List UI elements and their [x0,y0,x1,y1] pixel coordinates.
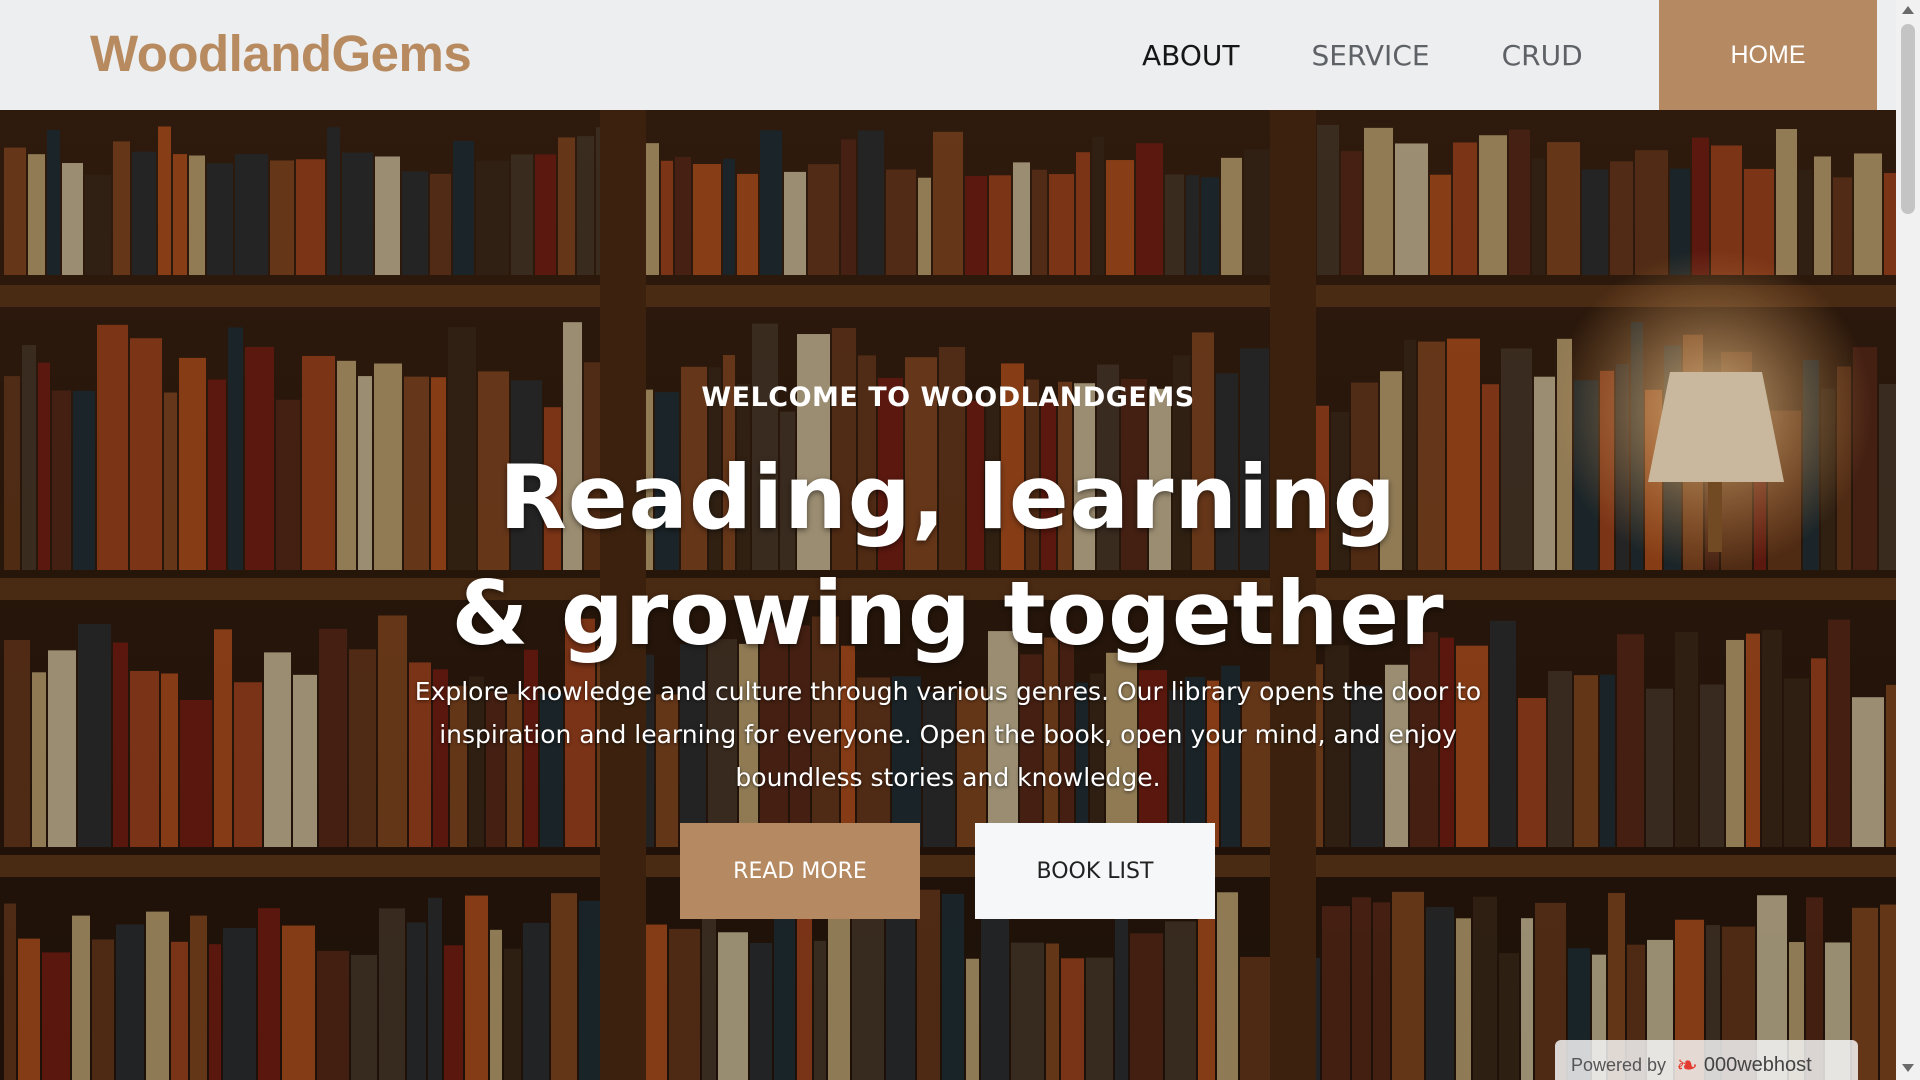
nav-links: ABOUT SERVICE CRUD [1142,0,1655,110]
000webhost-logo-icon: ❧ [1676,1049,1698,1080]
scroll-down-arrow-icon[interactable] [1902,1064,1914,1072]
scrollbar-thumb[interactable] [1901,24,1915,214]
read-more-button[interactable]: READ MORE [680,823,920,919]
page-scrollbar[interactable] [1896,0,1920,1080]
brand-logo[interactable]: WoodlandGems [90,24,472,83]
nav-link-about[interactable]: ABOUT [1142,39,1240,72]
hero-headline-line2: & growing together [451,562,1445,665]
powered-by-host: 000webhost [1703,1053,1812,1076]
hero-section: WELCOME TO WOODLANDGEMS Reading, learnin… [0,110,1896,1080]
top-navbar: WoodlandGems ABOUT SERVICE CRUD HOME [0,0,1896,110]
nav-link-home[interactable]: HOME [1659,0,1877,110]
hero-headline-line1: Reading, learning [499,446,1397,549]
hero-headline: Reading, learning & growing together [0,440,1896,672]
hero-description: Explore knowledge and culture through va… [414,677,1482,792]
book-list-button[interactable]: BOOK LIST [975,823,1215,919]
nav-link-service[interactable]: SERVICE [1312,39,1430,72]
powered-by-badge[interactable]: Powered by ❧ 000webhost [1555,1040,1858,1080]
powered-by-label: Powered by [1571,1054,1667,1075]
hero-content: WELCOME TO WOODLANDGEMS Reading, learnin… [0,110,1896,1080]
nav-link-crud[interactable]: CRUD [1502,39,1583,72]
hero-kicker: WELCOME TO WOODLANDGEMS [701,382,1195,413]
scroll-up-arrow-icon[interactable] [1902,6,1914,14]
